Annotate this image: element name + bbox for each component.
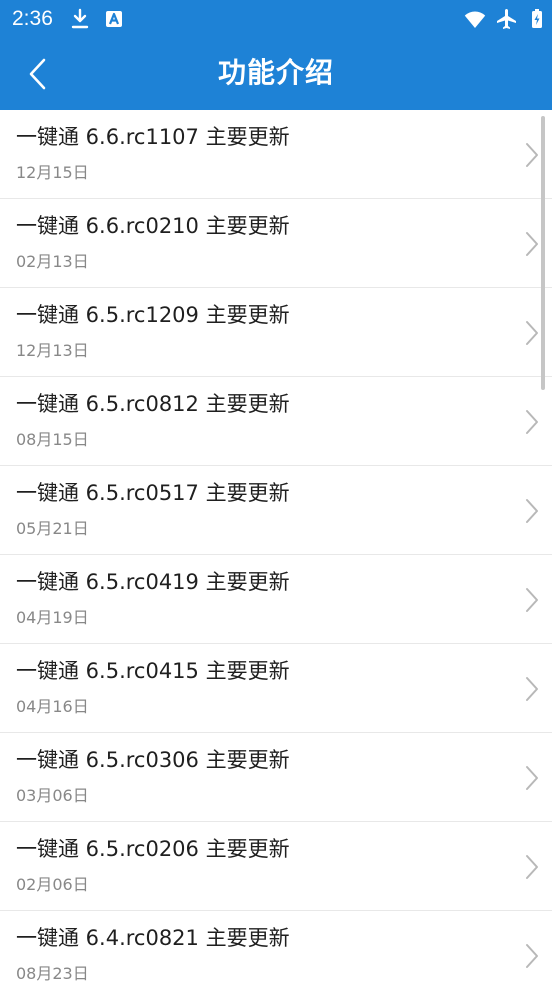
chevron-right-icon: [526, 321, 538, 345]
update-title: 一键通 6.6.rc0210 主要更新: [16, 214, 290, 238]
chevron-right-icon: [526, 677, 538, 701]
update-title: 一键通 6.5.rc0415 主要更新: [16, 659, 290, 683]
update-date: 02月06日: [16, 875, 89, 894]
update-title: 一键通 6.4.rc0821 主要更新: [16, 926, 290, 950]
chevron-right-icon: [526, 499, 538, 523]
update-title: 一键通 6.5.rc1209 主要更新: [16, 303, 290, 327]
top-bar: 2:36 功能介绍: [0, 0, 552, 110]
wifi-icon: [464, 11, 486, 29]
update-list-item[interactable]: 一键通 6.5.rc0306 主要更新 03月06日: [0, 733, 552, 822]
update-date: 12月15日: [16, 163, 89, 182]
update-date: 02月13日: [16, 252, 89, 271]
update-history-screen: 2:36 功能介绍 一键通 6.6.rc1107 主要更新 12月15日 一键通…: [0, 0, 552, 983]
update-list-item[interactable]: 一键通 6.6.rc1107 主要更新 12月15日: [0, 110, 552, 199]
chevron-right-icon: [526, 766, 538, 790]
scrollbar[interactable]: [541, 116, 545, 390]
update-list-item[interactable]: 一键通 6.5.rc1209 主要更新 12月13日: [0, 288, 552, 377]
update-list-item[interactable]: 一键通 6.5.rc0419 主要更新 04月19日: [0, 555, 552, 644]
battery-charging-icon: [532, 9, 542, 28]
update-list-item[interactable]: 一键通 6.4.rc0821 主要更新 08月23日: [0, 911, 552, 983]
chevron-right-icon: [526, 232, 538, 256]
update-title: 一键通 6.6.rc1107 主要更新: [16, 125, 290, 149]
airplane-icon: [497, 9, 516, 29]
download-icon: [71, 8, 89, 29]
update-title: 一键通 6.5.rc0306 主要更新: [16, 748, 290, 772]
chevron-right-icon: [526, 410, 538, 434]
update-list-item[interactable]: 一键通 6.5.rc0517 主要更新 05月21日: [0, 466, 552, 555]
chevron-right-icon: [526, 855, 538, 879]
chevron-right-icon: [526, 143, 538, 167]
update-date: 03月06日: [16, 786, 89, 805]
update-date: 04月19日: [16, 608, 89, 627]
update-list[interactable]: 一键通 6.6.rc1107 主要更新 12月15日 一键通 6.6.rc021…: [0, 110, 552, 983]
update-title: 一键通 6.5.rc0517 主要更新: [16, 481, 290, 505]
update-list-item[interactable]: 一键通 6.5.rc0812 主要更新 08月15日: [0, 377, 552, 466]
chevron-right-icon: [526, 944, 538, 968]
update-list-item[interactable]: 一键通 6.5.rc0206 主要更新 02月06日: [0, 822, 552, 911]
update-title: 一键通 6.5.rc0206 主要更新: [16, 837, 290, 861]
update-title: 一键通 6.5.rc0812 主要更新: [16, 392, 290, 416]
page-title: 功能介绍: [217, 56, 334, 89]
update-list-item[interactable]: 一键通 6.6.rc0210 主要更新 02月13日: [0, 199, 552, 288]
chevron-right-icon: [526, 588, 538, 612]
update-date: 04月16日: [16, 697, 89, 716]
update-date: 08月23日: [16, 964, 89, 983]
keyboard-a-icon: [106, 11, 122, 27]
status-bar: 2:36: [0, 0, 552, 38]
update-date: 05月21日: [16, 519, 89, 538]
update-list-item[interactable]: 一键通 6.5.rc0415 主要更新 04月16日: [0, 644, 552, 733]
update-date: 12月13日: [16, 341, 89, 360]
update-date: 08月15日: [16, 430, 89, 449]
status-time: 2:36: [12, 7, 53, 30]
update-title: 一键通 6.5.rc0419 主要更新: [16, 570, 290, 594]
app-bar: 功能介绍: [0, 38, 552, 110]
